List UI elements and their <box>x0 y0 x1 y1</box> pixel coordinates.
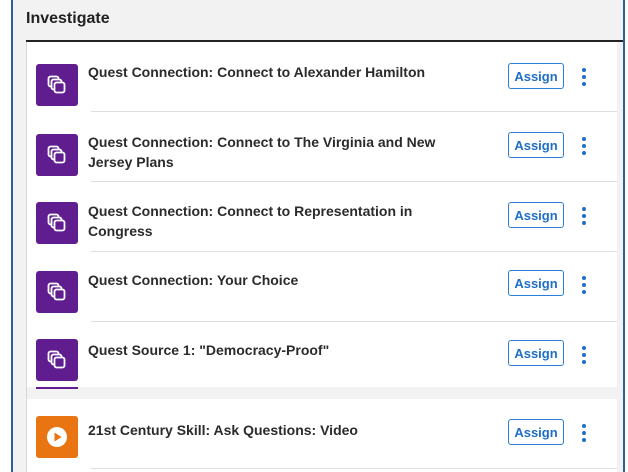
stacked-cards-icon <box>36 339 78 381</box>
group-accent <box>36 387 78 389</box>
more-options-icon[interactable] <box>577 422 591 444</box>
list-item[interactable]: Quest Connection: Connect to Representat… <box>27 182 617 251</box>
assign-button[interactable]: Assign <box>508 202 564 228</box>
list-item[interactable]: 21st Century Skill: Ask Questions: Video… <box>27 399 617 468</box>
stacked-cards-icon <box>36 64 78 106</box>
more-options-icon[interactable] <box>577 274 591 296</box>
stacked-cards-icon <box>36 271 78 313</box>
row-divider <box>91 468 617 469</box>
item-title[interactable]: 21st Century Skill: Ask Questions: Video <box>88 420 458 440</box>
assign-button[interactable]: Assign <box>508 63 564 89</box>
list-item[interactable]: Quest Connection: Connect to Alexander H… <box>27 42 617 111</box>
item-title[interactable]: Quest Connection: Connect to Alexander H… <box>88 62 458 82</box>
item-title[interactable]: Quest Source 1: "Democracy-Proof" <box>88 340 458 360</box>
stacked-cards-icon <box>36 134 78 176</box>
assign-button[interactable]: Assign <box>508 419 564 445</box>
list-item[interactable]: Quest Source 1: "Democracy-Proof" Assign <box>27 322 617 391</box>
assign-button[interactable]: Assign <box>508 132 564 158</box>
item-title[interactable]: Quest Connection: Your Choice <box>88 270 458 290</box>
play-video-icon <box>36 416 78 458</box>
list-item[interactable]: Quest Connection: Your Choice Assign <box>27 252 617 321</box>
resource-list: Quest Connection: Connect to Alexander H… <box>26 42 617 472</box>
more-options-icon[interactable] <box>577 205 591 227</box>
group-separator <box>27 387 617 399</box>
list-item[interactable]: Quest Connection: Connect to The Virgini… <box>27 112 617 181</box>
item-title[interactable]: Quest Connection: Connect to Representat… <box>88 201 458 241</box>
investigate-panel: Investigate Quest Connection: Connect to… <box>11 0 625 472</box>
assign-button[interactable]: Assign <box>508 270 564 296</box>
item-title[interactable]: Quest Connection: Connect to The Virgini… <box>88 132 458 172</box>
stacked-cards-icon <box>36 202 78 244</box>
more-options-icon[interactable] <box>577 135 591 157</box>
assign-button[interactable]: Assign <box>508 340 564 366</box>
more-options-icon[interactable] <box>577 66 591 88</box>
more-options-icon[interactable] <box>577 344 591 366</box>
section-title: Investigate <box>26 10 110 27</box>
